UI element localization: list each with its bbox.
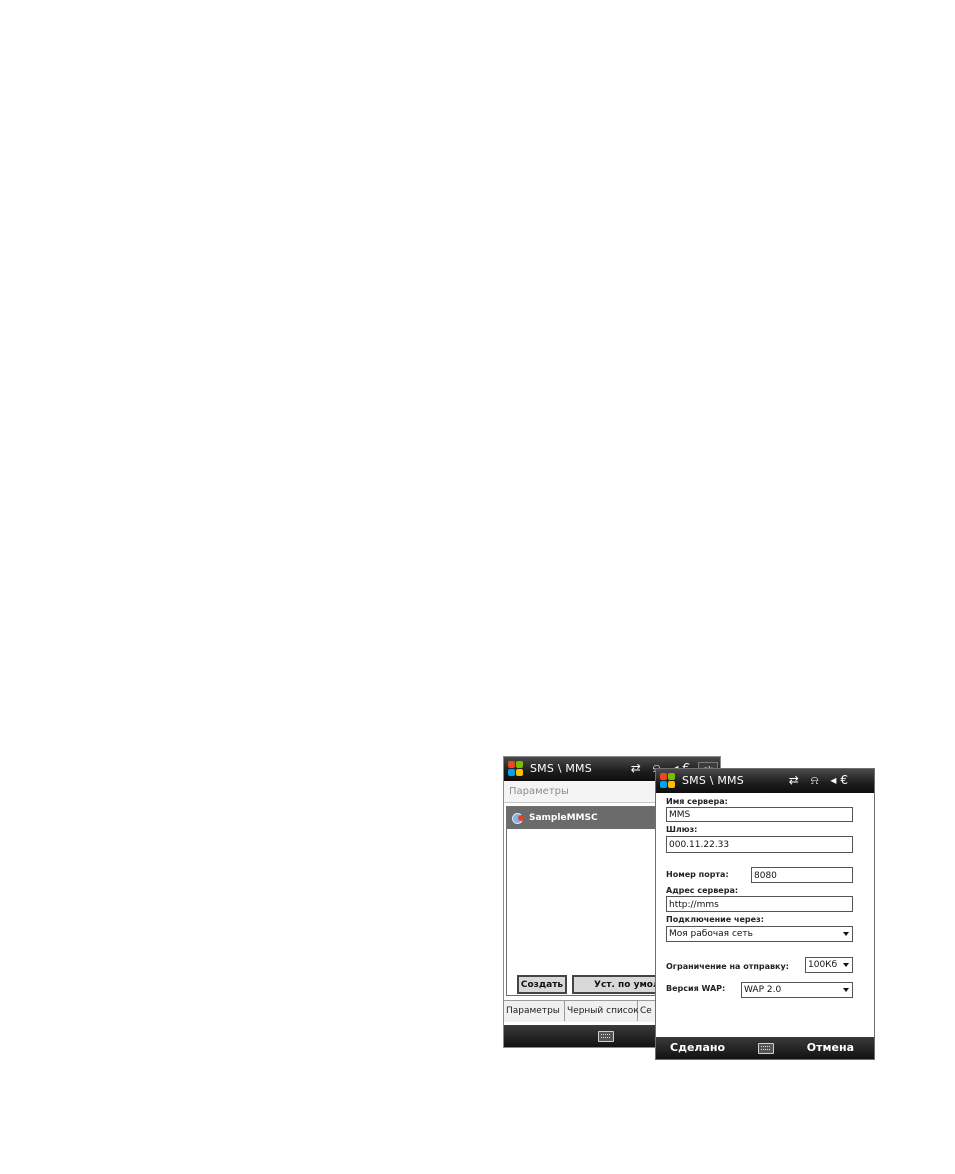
mmsc-account-icon [512,812,525,824]
server-name-input[interactable]: MMS [666,807,853,822]
chevron-down-icon [843,988,849,992]
send-limit-label: Ограничение на отправку: [666,962,789,971]
gateway-input[interactable]: 000.11.22.33 [666,836,853,853]
keyboard-icon[interactable] [598,1031,614,1042]
done-softkey[interactable]: Сделано [670,1041,725,1054]
create-button[interactable]: Создать [517,975,567,994]
list-item-label: SampleMMSC [529,813,598,823]
wap-version-select[interactable]: WAP 2.0 [741,982,853,998]
title-bar: SMS \ MMS ⇄ ⍾ ◂€ [656,769,874,793]
cancel-softkey[interactable]: Отмена [807,1041,854,1054]
tab-blacklist[interactable]: Черный список [565,1001,639,1021]
chevron-down-icon [843,963,849,967]
windows-start-icon[interactable] [660,773,676,789]
mmsc-settings-screen: SMS \ MMS ⇄ ⍾ ◂€ Имя сервера: MMS Шлюз: … [655,768,875,1060]
window-title: SMS \ MMS [530,762,592,775]
status-icons: ⇄ ⍾ ◂€ [788,773,852,787]
window-title: SMS \ MMS [682,774,744,787]
server-address-input[interactable]: http://mms [666,896,853,912]
connect-via-label: Подключение через: [666,915,764,924]
port-label: Номер порта: [666,870,729,879]
wap-version-value: WAP 2.0 [744,985,782,995]
send-limit-value: 100Кб [808,960,838,970]
connect-via-select[interactable]: Моя рабочая сеть [666,926,853,942]
wap-version-label: Версия WAP: [666,984,726,993]
keyboard-icon[interactable] [758,1043,774,1054]
server-address-label: Адрес сервера: [666,886,739,895]
send-limit-select[interactable]: 100Кб [805,957,853,973]
server-name-label: Имя сервера: [666,797,728,806]
windows-start-icon[interactable] [508,761,524,777]
connect-via-value: Моя рабочая сеть [669,929,753,939]
chevron-down-icon [843,932,849,936]
soft-key-bar: Сделано Отмена [656,1037,874,1059]
tab-parameters[interactable]: Параметры [504,1001,565,1021]
port-input[interactable]: 8080 [751,867,853,883]
gateway-label: Шлюз: [666,825,698,834]
